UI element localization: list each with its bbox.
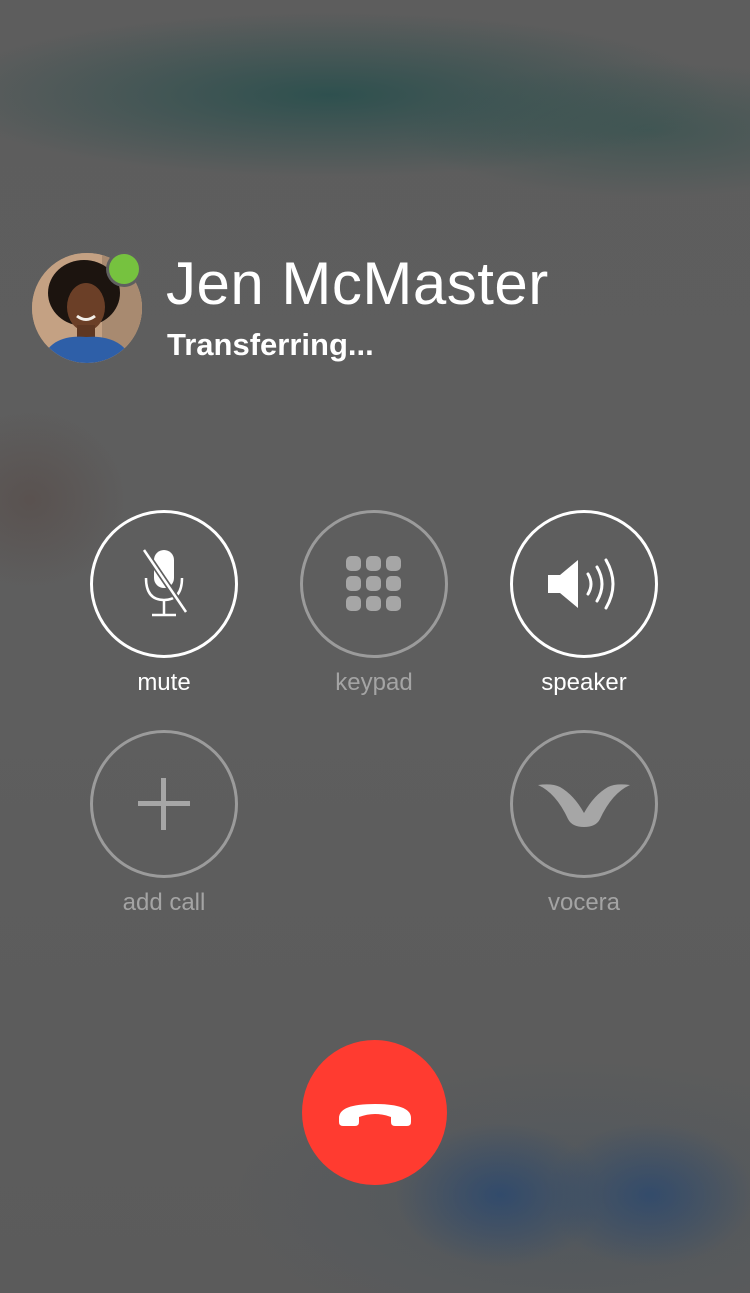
hang-up-icon (338, 1103, 411, 1126)
vocera-label: vocera (547, 889, 621, 916)
speaker-label: speaker (541, 669, 627, 696)
mic-off-icon (141, 548, 189, 617)
speaker-icon (548, 558, 615, 610)
keypad-button[interactable]: keypad (300, 510, 448, 710)
keypad-icon (346, 556, 401, 611)
presence-indicator (106, 251, 142, 287)
vocera-button[interactable]: vocera (510, 730, 658, 930)
speaker-button[interactable]: speaker (510, 510, 658, 710)
mute-button-ring[interactable] (90, 510, 238, 658)
vocera-button-ring[interactable] (510, 730, 658, 878)
call-status: Transferring... (167, 327, 374, 362)
keypad-label: keypad (335, 669, 413, 696)
mute-button[interactable]: mute (90, 510, 238, 710)
caller-name: Jen McMaster (166, 250, 549, 317)
end-call-button[interactable] (302, 1040, 447, 1185)
plus-icon (138, 778, 190, 830)
add-call-label: add call (122, 889, 206, 916)
add-call-button-ring[interactable] (90, 730, 238, 878)
vocera-logo-icon (538, 784, 630, 827)
speaker-button-ring[interactable] (510, 510, 658, 658)
add-call-button[interactable]: add call (90, 730, 238, 930)
keypad-button-ring[interactable] (300, 510, 448, 658)
mute-label: mute (137, 669, 191, 696)
